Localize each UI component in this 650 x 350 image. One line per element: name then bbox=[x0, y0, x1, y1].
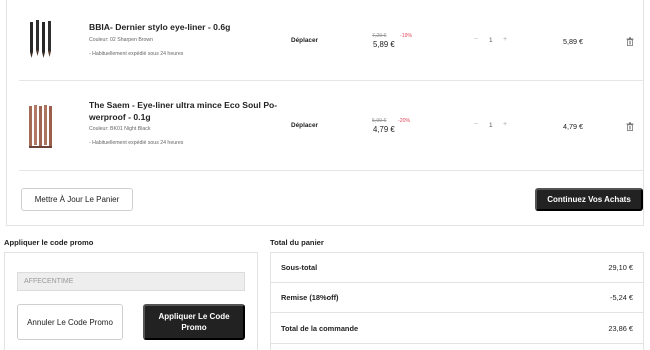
move-to-wishlist-link[interactable]: Déplacer bbox=[291, 122, 318, 129]
trash-icon[interactable] bbox=[626, 37, 634, 46]
apply-promo-button[interactable]: Appliquer Le Code Promo bbox=[143, 304, 245, 340]
order-total-value: 23,86 € bbox=[608, 324, 633, 333]
cart-totals-title: Total du panier bbox=[270, 238, 324, 247]
qty-increase-button[interactable]: + bbox=[503, 121, 507, 128]
product-name-continued[interactable]: werproof - 0.1g bbox=[89, 111, 151, 123]
original-price: 7,29 € bbox=[372, 33, 387, 39]
move-to-wishlist-link[interactable]: Déplacer bbox=[291, 37, 318, 44]
promo-panel: AFFECENTIME Annuler Le Code Promo Appliq… bbox=[4, 252, 258, 350]
qty-decrease-button[interactable]: − bbox=[474, 36, 478, 43]
original-price: 5,99 € bbox=[372, 118, 387, 124]
product-color: Couleur: BK01 Night Black bbox=[89, 126, 151, 132]
discount-percent: -20% bbox=[398, 118, 411, 124]
delivery-note: - Habituellement expédié sous 24 heures bbox=[89, 140, 184, 146]
product-name[interactable]: BBIA- Dernier stylo eye-liner - 0.6g bbox=[89, 21, 230, 33]
promo-code-input[interactable]: AFFECENTIME bbox=[17, 272, 245, 291]
product-color: Couleur: 02 Sharpen Brown bbox=[89, 37, 154, 43]
unit-price: 5,89 € bbox=[373, 40, 395, 49]
discount-value: -5,24 € bbox=[609, 293, 633, 302]
discount-percent: -19% bbox=[400, 33, 413, 39]
qty-decrease-button[interactable]: − bbox=[474, 121, 478, 128]
cart-totals-panel: Sous-total 29,10 € Remise (18%off) -5,24… bbox=[270, 252, 644, 350]
qty-value[interactable]: 1 bbox=[489, 37, 493, 44]
subtotal-value: 29,10 € bbox=[608, 263, 633, 272]
cart-items-panel: BBIA- Dernier stylo eye-liner - 0.6g Cou… bbox=[6, 0, 644, 226]
line-total: 5,89 € bbox=[563, 37, 583, 46]
unit-price: 4,79 € bbox=[373, 125, 395, 134]
subtotal-label: Sous-total bbox=[281, 263, 318, 272]
qty-increase-button[interactable]: + bbox=[503, 36, 507, 43]
update-cart-button[interactable]: Mettre À Jour Le Panier bbox=[21, 188, 133, 211]
discount-row: Remise (18%off) -5,24 € bbox=[271, 283, 643, 313]
cart-item: BBIA- Dernier stylo eye-liner - 0.6g Cou… bbox=[7, 2, 643, 80]
cart-item: The Saem - Eye-liner ultra mince Eco Sou… bbox=[7, 88, 643, 166]
row-divider bbox=[19, 80, 643, 81]
order-total-label: Total de la commande bbox=[281, 324, 359, 333]
product-image-eyeliner-brown[interactable] bbox=[23, 18, 57, 62]
order-total-row: Total de la commande 23,86 € bbox=[271, 314, 643, 344]
cancel-promo-button[interactable]: Annuler Le Code Promo bbox=[17, 304, 123, 340]
trash-icon[interactable] bbox=[626, 122, 634, 131]
line-total: 4,79 € bbox=[563, 122, 583, 131]
discount-label: Remise (18%off) bbox=[281, 293, 339, 302]
promo-title: Appliquer le code promo bbox=[4, 238, 94, 247]
subtotal-row: Sous-total 29,10 € bbox=[271, 253, 643, 283]
qty-value[interactable]: 1 bbox=[489, 122, 493, 129]
product-name[interactable]: The Saem - Eye-liner ultra mince Eco Sou… bbox=[89, 99, 277, 111]
continue-shopping-button[interactable]: Continuez Vos Achats bbox=[535, 188, 643, 211]
row-divider bbox=[19, 170, 643, 171]
product-image-eyeliner-black[interactable] bbox=[23, 102, 57, 152]
delivery-note: - Habituellement expédié sous 24 heures bbox=[89, 51, 184, 57]
